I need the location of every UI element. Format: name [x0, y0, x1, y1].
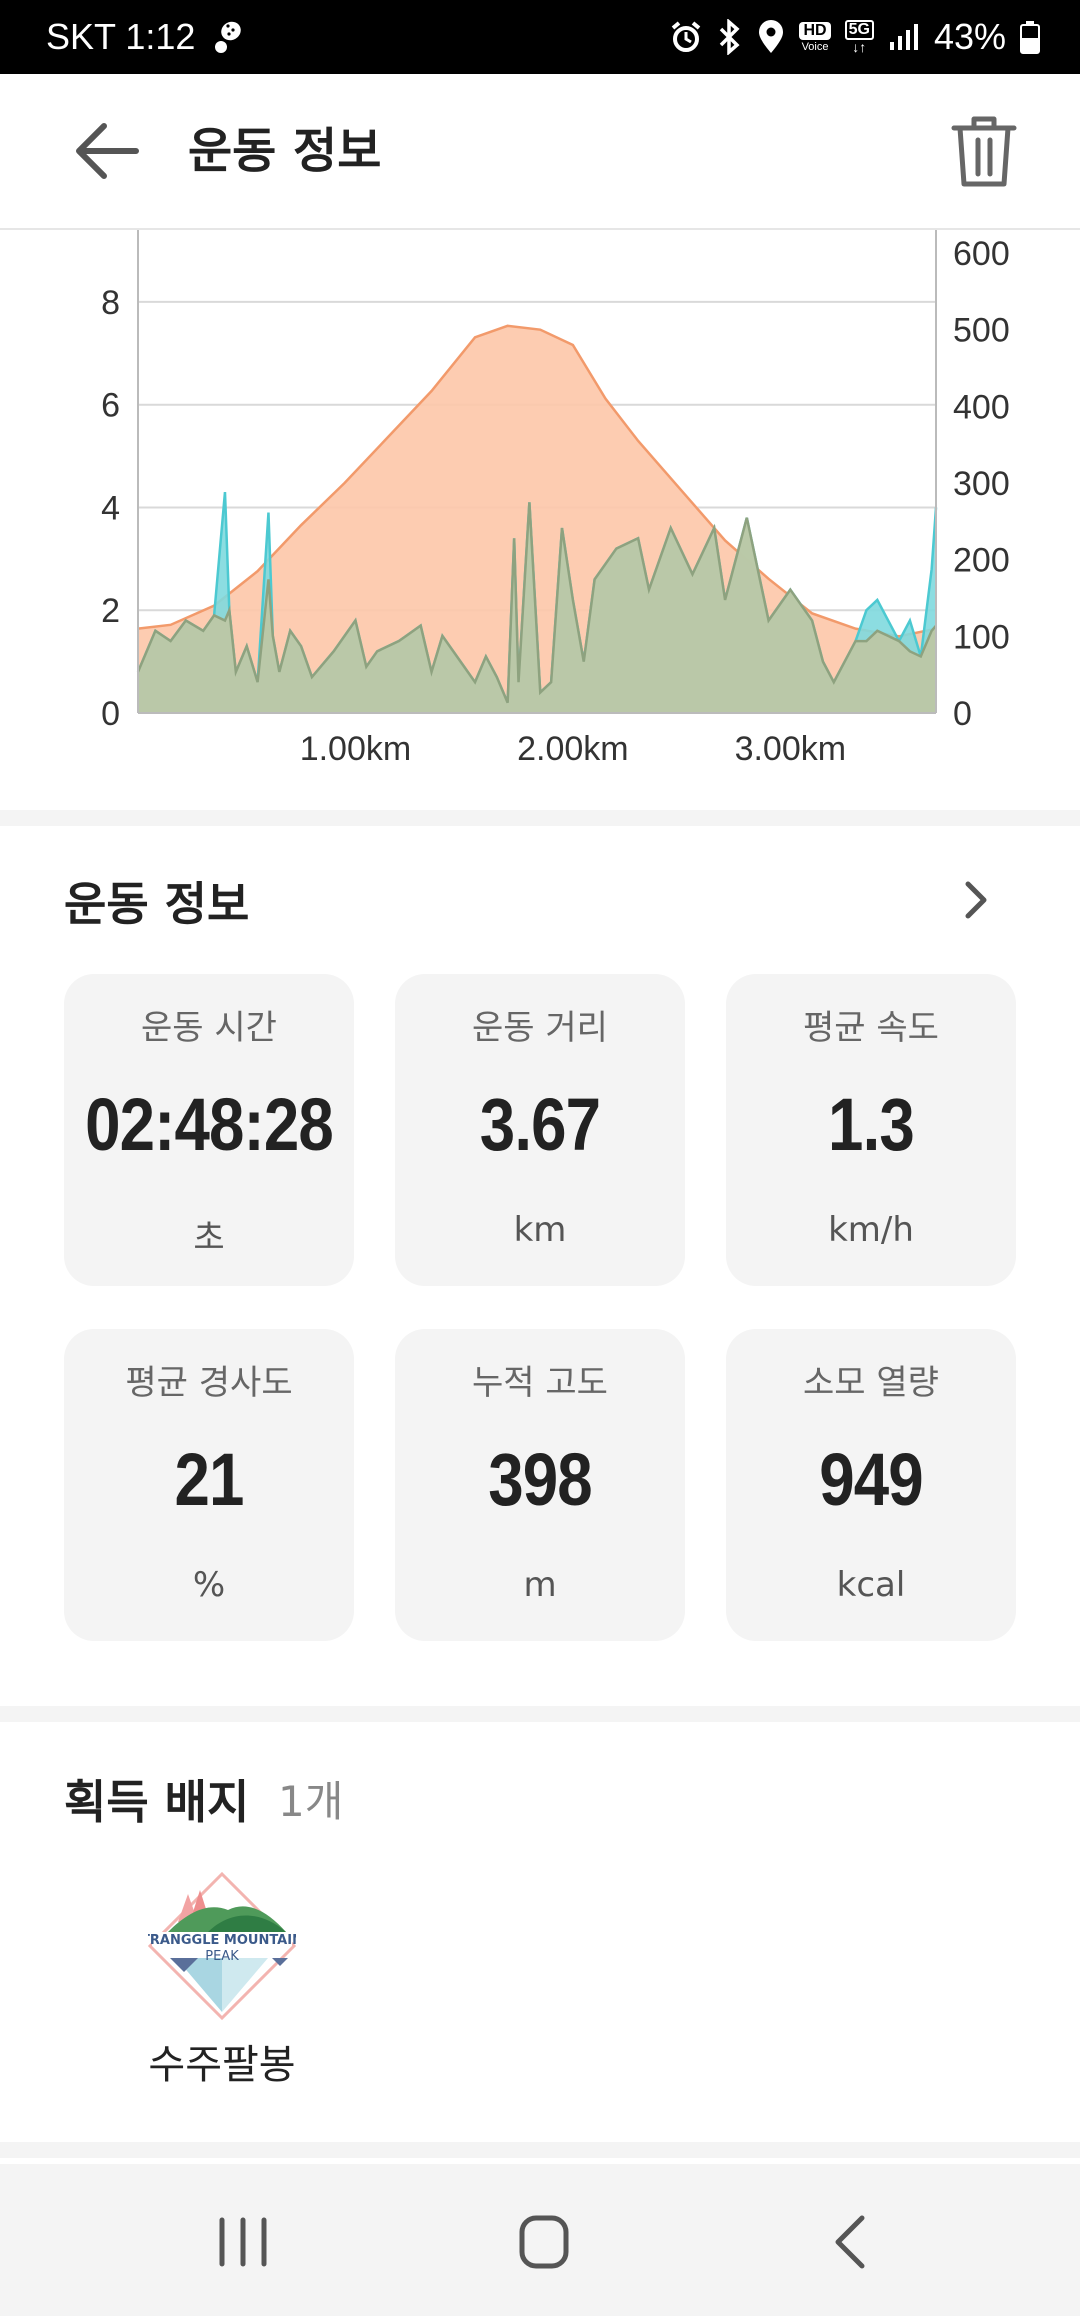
- y-left-tick-label: 0: [101, 695, 120, 733]
- alarm-icon: [672, 21, 701, 52]
- section-divider: [0, 1706, 1080, 1722]
- y-right-tick-label: 100: [953, 618, 1010, 656]
- location-icon: [759, 20, 784, 53]
- stat-unit: m: [523, 1565, 557, 1605]
- stat-label: 평균 경사도: [125, 1363, 293, 1403]
- page-title: 운동 정보: [188, 123, 382, 179]
- stat-unit: 초: [193, 1218, 225, 1258]
- x-tick-label: 2.00km: [517, 730, 629, 768]
- badge-logo-text: TRANGGLE MOUNTAIN: [148, 1933, 296, 1948]
- stat-value: 02:48:28: [85, 1083, 334, 1166]
- stat-card-elevation: 누적 고도 398 m: [395, 1329, 685, 1641]
- stat-unit: kcal: [836, 1565, 906, 1605]
- badges-section-title: 획득 배지: [64, 1775, 250, 1829]
- stat-value: 3.67: [479, 1083, 601, 1166]
- stat-label: 평균 속도: [803, 1008, 939, 1048]
- stat-card-avg-slope: 평균 경사도 21 %: [64, 1329, 354, 1641]
- stat-label: 누적 고도: [472, 1363, 608, 1403]
- y-right-tick-label: 200: [953, 542, 1010, 580]
- stat-card-calories: 소모 열량 949 kcal: [726, 1329, 1016, 1641]
- badge-name: 수주팔봉: [148, 2042, 296, 2088]
- workout-section-title: 운동 정보: [64, 877, 250, 931]
- y-left-tick-label: 8: [101, 284, 120, 322]
- badge-logo-subtext: PEAK: [205, 1949, 239, 1964]
- battery-percent: 43%: [933, 16, 1006, 57]
- bluetooth-icon: [720, 19, 741, 55]
- chart-svg: 0 2 4 6 8 0 100 200 300 400 500 600 1.00km 2.00km 3.00…: [101, 230, 1010, 768]
- y-right-tick-label: 300: [953, 465, 1010, 503]
- section-divider: [0, 2142, 1080, 2158]
- x-tick-label: 1.00km: [300, 730, 412, 768]
- back-nav-icon[interactable]: [830, 2214, 870, 2270]
- stat-value: 949: [819, 1438, 923, 1521]
- x-tick-label: 3.00km: [735, 730, 847, 768]
- battery-icon: [1020, 21, 1040, 54]
- status-bar: SKT 1:12 HD Voice 5G ↓↑ 43%: [0, 0, 1080, 74]
- y-left-tick-label: 4: [101, 489, 120, 527]
- y-right-tick-label: 0: [953, 695, 972, 733]
- network-5g-icon: 5G ↓↑: [844, 20, 874, 54]
- chevron-right-icon[interactable]: [956, 878, 996, 922]
- back-arrow-icon[interactable]: [70, 118, 140, 184]
- mountain-badge-icon[interactable]: TRANGGLE MOUNTAIN PEAK: [148, 1872, 296, 2022]
- stat-card-distance: 운동 거리 3.67 km: [395, 974, 685, 1286]
- stat-label: 소모 열량: [803, 1363, 939, 1403]
- shoe-print-icon: [215, 21, 242, 53]
- stat-unit: km: [513, 1210, 567, 1250]
- status-carrier-time: SKT 1:12: [46, 16, 196, 57]
- stat-card-avg-speed: 평균 속도 1.3 km/h: [726, 974, 1016, 1286]
- stat-card-time: 운동 시간 02:48:28 초: [64, 974, 354, 1286]
- hd-voice-icon: HD Voice: [799, 21, 831, 53]
- app-bar: 운동 정보: [0, 74, 1080, 230]
- y-right-tick-label: 400: [953, 388, 1010, 426]
- stat-label: 운동 거리: [472, 1008, 608, 1048]
- badge-count: 1개: [278, 1777, 344, 1826]
- y-right-tick-label: 500: [953, 312, 1010, 350]
- recent-apps-icon[interactable]: [216, 2214, 270, 2270]
- stat-label: 운동 시간: [141, 1008, 277, 1048]
- stat-value: 1.3: [828, 1083, 915, 1166]
- system-nav-bar: [0, 2164, 1080, 2316]
- workout-chart: 0 2 4 6 8 0 100 200 300 400 500 600 1.00km 2.00km 3.00…: [0, 230, 1080, 810]
- y-right-tick-label: 600: [953, 235, 1010, 273]
- signal-icon: [889, 24, 918, 50]
- stat-value: 398: [488, 1438, 592, 1521]
- trash-icon[interactable]: [950, 114, 1018, 188]
- stat-unit: %: [192, 1565, 226, 1605]
- stat-value: 21: [174, 1438, 244, 1521]
- y-left-tick-label: 6: [101, 387, 120, 425]
- section-divider: [0, 810, 1080, 826]
- home-icon[interactable]: [518, 2214, 570, 2270]
- y-left-tick-label: 2: [101, 592, 120, 630]
- stat-unit: km/h: [828, 1210, 914, 1250]
